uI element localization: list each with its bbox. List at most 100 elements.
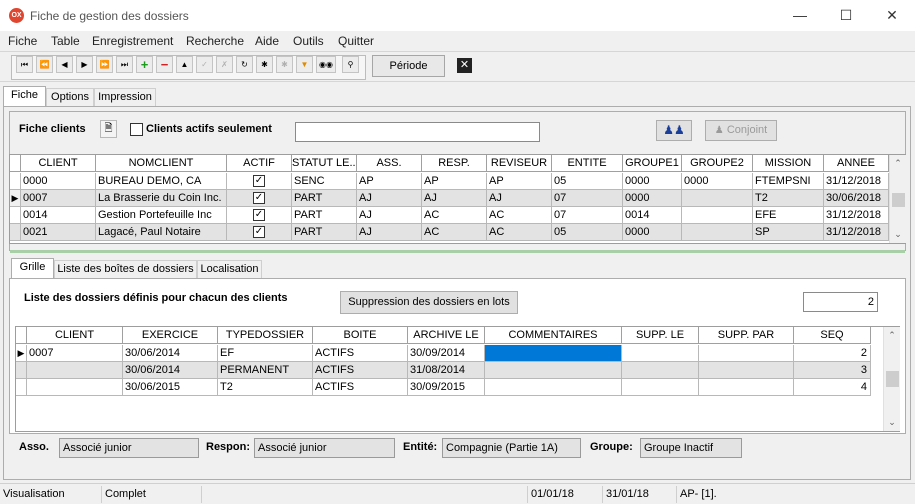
cell-boite[interactable]: ACTIFS — [313, 345, 408, 362]
suppression-button[interactable]: Suppression des dossiers en lots — [340, 291, 518, 314]
cell-mission[interactable]: T2 — [753, 190, 824, 207]
cell-typedossier[interactable]: PERMANENT — [218, 362, 313, 379]
col-client[interactable]: CLIENT — [27, 327, 123, 344]
cell-typedossier[interactable]: T2 — [218, 379, 313, 396]
prev-page-icon[interactable]: ⏪ — [36, 56, 53, 73]
scroll-up-icon[interactable]: ⌃ — [884, 327, 900, 344]
cell-statut[interactable]: PART — [292, 207, 357, 224]
col-boite[interactable]: BOITE — [313, 327, 408, 344]
clients-scrollbar[interactable]: ⌃ ⌄ — [889, 155, 906, 243]
col-actif[interactable]: ACTIF — [227, 155, 292, 172]
col-archive[interactable]: ARCHIVE LE — [408, 327, 485, 344]
prev-icon[interactable]: ◀ — [56, 56, 73, 73]
current-row-arrow-icon[interactable]: ▶ — [16, 345, 27, 362]
add-icon[interactable]: + — [136, 56, 153, 73]
cell-nomclient[interactable]: La Brasserie du Coin Inc. — [96, 190, 227, 207]
filter-icon[interactable]: ▼ — [296, 56, 313, 73]
tab-options[interactable]: Options — [46, 88, 94, 107]
col-resp[interactable]: RESP. — [422, 155, 487, 172]
refresh-icon[interactable]: ↻ — [236, 56, 253, 73]
table-row[interactable]: ▶ 0007 La Brasserie du Coin Inc. ✓ PART … — [10, 190, 889, 207]
col-groupe2[interactable]: GROUPE2 — [682, 155, 753, 172]
close-window-icon[interactable]: ✕ — [869, 0, 915, 31]
scroll-thumb[interactable] — [892, 193, 905, 207]
cell-annee[interactable]: 30/06/2018 — [824, 190, 889, 207]
row-selector[interactable] — [10, 224, 21, 241]
col-statut[interactable]: STATUT LE... — [292, 155, 357, 172]
star-icon[interactable]: ✱ — [256, 56, 273, 73]
actif-checkbox[interactable]: ✓ — [253, 192, 265, 204]
client-search-field[interactable] — [295, 122, 540, 142]
cell-commentaires[interactable] — [485, 362, 622, 379]
star-disabled-icon[interactable]: ✱ — [276, 56, 293, 73]
cell-boite[interactable]: ACTIFS — [313, 362, 408, 379]
cell-client[interactable] — [27, 379, 123, 396]
scroll-down-icon[interactable]: ⌄ — [884, 414, 900, 431]
actif-checkbox[interactable]: ✓ — [253, 175, 265, 187]
cell-seq[interactable]: 3 — [794, 362, 871, 379]
cell-mission[interactable]: SP — [753, 224, 824, 241]
cancel-icon[interactable]: ✗ — [216, 56, 233, 73]
cell-annee[interactable]: 31/12/2018 — [824, 173, 889, 190]
row-selector[interactable] — [10, 207, 21, 224]
cell-groupe1[interactable]: 0000 — [623, 224, 682, 241]
col-groupe1[interactable]: GROUPE1 — [623, 155, 682, 172]
cell-entite[interactable]: 05 — [552, 224, 623, 241]
cell-client[interactable]: 0007 — [27, 345, 123, 362]
cell-client[interactable]: 0007 — [21, 190, 96, 207]
cell-supp-par[interactable] — [699, 345, 794, 362]
cell-actif[interactable]: ✓ — [227, 190, 292, 207]
cell-ass[interactable]: AJ — [357, 207, 422, 224]
cell-client[interactable]: 0021 — [21, 224, 96, 241]
cell-groupe1[interactable]: 0014 — [623, 207, 682, 224]
cell-supp-par[interactable] — [699, 362, 794, 379]
delete-icon[interactable]: − — [156, 56, 173, 73]
cell-reviseur[interactable]: AJ — [487, 190, 552, 207]
clients-actifs-checkbox[interactable] — [130, 123, 143, 136]
cell-ass[interactable]: AJ — [357, 190, 422, 207]
col-supp-le[interactable]: SUPP. LE — [622, 327, 699, 344]
cell-seq[interactable]: 4 — [794, 379, 871, 396]
cell-actif[interactable]: ✓ — [227, 207, 292, 224]
actif-checkbox[interactable]: ✓ — [253, 209, 265, 221]
cell-entite[interactable]: 07 — [552, 207, 623, 224]
next-page-icon[interactable]: ⏩ — [96, 56, 113, 73]
search-icon[interactable]: ⚲ — [342, 56, 359, 73]
tab-grille[interactable]: Grille — [11, 258, 54, 279]
cell-exercice[interactable]: 30/06/2014 — [123, 345, 218, 362]
cell-ass[interactable]: AP — [357, 173, 422, 190]
menu-recherche[interactable]: Recherche — [186, 34, 244, 48]
col-seq[interactable]: SEQ — [794, 327, 871, 344]
col-ass[interactable]: ASS. — [357, 155, 422, 172]
cell-groupe2[interactable] — [682, 224, 753, 241]
current-row-arrow-icon[interactable]: ▶ — [10, 190, 21, 207]
col-annee[interactable]: ANNEE — [824, 155, 889, 172]
cell-mission[interactable]: FTEMPSNI — [753, 173, 824, 190]
splitter[interactable] — [10, 250, 905, 253]
last-icon[interactable]: ⏭ — [116, 56, 133, 73]
cell-seq[interactable]: 2 — [794, 345, 871, 362]
cell-groupe1[interactable]: 0000 — [623, 173, 682, 190]
cell-groupe1[interactable]: 0000 — [623, 190, 682, 207]
col-client[interactable]: CLIENT — [21, 155, 96, 172]
table-row[interactable]: 30/06/2015 T2 ACTIFS 30/09/2015 4 — [16, 379, 871, 396]
table-row[interactable]: 30/06/2014 PERMANENT ACTIFS 31/08/2014 3 — [16, 362, 871, 379]
actif-checkbox[interactable]: ✓ — [253, 226, 265, 238]
minimize-icon[interactable]: — — [777, 0, 823, 31]
cell-boite[interactable]: ACTIFS — [313, 379, 408, 396]
tab-impression[interactable]: Impression — [94, 88, 156, 107]
cell-nomclient[interactable]: Lagacé, Paul Notaire — [96, 224, 227, 241]
cell-entite[interactable]: 05 — [552, 173, 623, 190]
cell-supp-par[interactable] — [699, 379, 794, 396]
cell-resp[interactable]: AP — [422, 173, 487, 190]
cell-actif[interactable]: ✓ — [227, 224, 292, 241]
tab-fiche[interactable]: Fiche — [3, 86, 46, 107]
up-icon[interactable]: ▲ — [176, 56, 193, 73]
table-row[interactable]: ▶ 0007 30/06/2014 EF ACTIFS 30/09/2014 2 — [16, 345, 871, 362]
cell-resp[interactable]: AC — [422, 207, 487, 224]
cell-ass[interactable]: AJ — [357, 224, 422, 241]
conjoint-button[interactable]: ♟ Conjoint — [705, 120, 777, 141]
cell-mission[interactable]: EFE — [753, 207, 824, 224]
users-icon[interactable]: ♟♟ — [656, 120, 692, 141]
dossier-count-field[interactable]: 2 — [803, 292, 878, 312]
